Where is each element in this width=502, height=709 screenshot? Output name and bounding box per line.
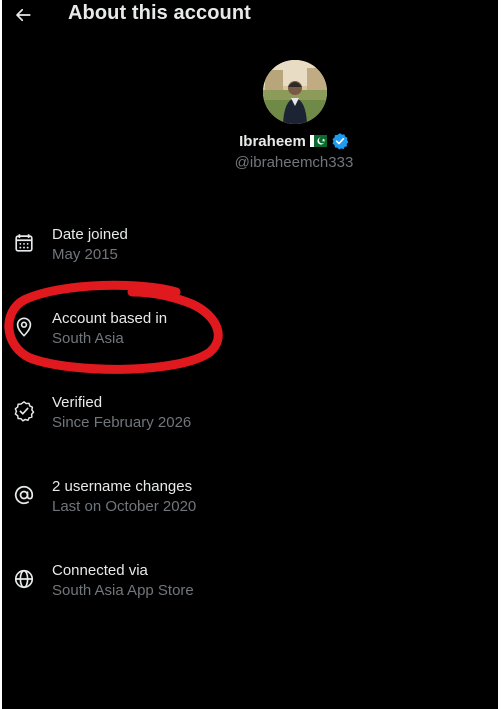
row-username-changes[interactable]: 2 username changes Last on October 2020: [2, 476, 498, 560]
row-account-based-in[interactable]: Account based in South Asia: [2, 308, 498, 392]
at-sign-icon: [14, 485, 34, 505]
profile-name: Ibraheem: [239, 132, 306, 150]
globe-icon: [14, 569, 34, 589]
avatar[interactable]: [263, 60, 327, 124]
row-title: Connected via: [52, 562, 148, 579]
row-value: Last on October 2020: [52, 498, 197, 515]
row-value: Since February 2026: [52, 414, 192, 431]
calendar-icon: [15, 234, 33, 252]
verified-check-icon: [14, 401, 35, 422]
row-connected-via[interactable]: Connected via South Asia App Store: [2, 560, 498, 644]
profile-name-row: Ibraheem: [2, 132, 498, 150]
back-button[interactable]: [12, 4, 34, 26]
pakistan-flag-icon: [309, 135, 327, 147]
avatar-photo: [263, 60, 327, 124]
row-value: May 2015: [52, 246, 118, 263]
profile-handle: @ibraheemch333: [234, 154, 354, 171]
location-pin-icon: [16, 317, 32, 337]
account-info-list: Date joined May 2015 Account based in So…: [2, 224, 498, 644]
row-title: Verified: [52, 394, 103, 411]
row-title: 2 username changes: [52, 478, 193, 495]
row-title: Account based in: [52, 310, 168, 327]
row-title: Date joined: [52, 226, 128, 243]
row-verified[interactable]: Verified Since February 2026: [2, 392, 498, 476]
row-date-joined[interactable]: Date joined May 2015: [2, 224, 498, 308]
page-title: About this account: [68, 2, 251, 24]
header: About this account: [2, 0, 498, 30]
arrow-left-icon: [16, 8, 31, 22]
verified-badge-icon[interactable]: [331, 132, 349, 150]
row-value: South Asia App Store: [52, 582, 194, 599]
about-account-screen: About this account Ibraheem @ibraheemch3…: [2, 0, 498, 709]
row-value: South Asia: [52, 330, 124, 347]
